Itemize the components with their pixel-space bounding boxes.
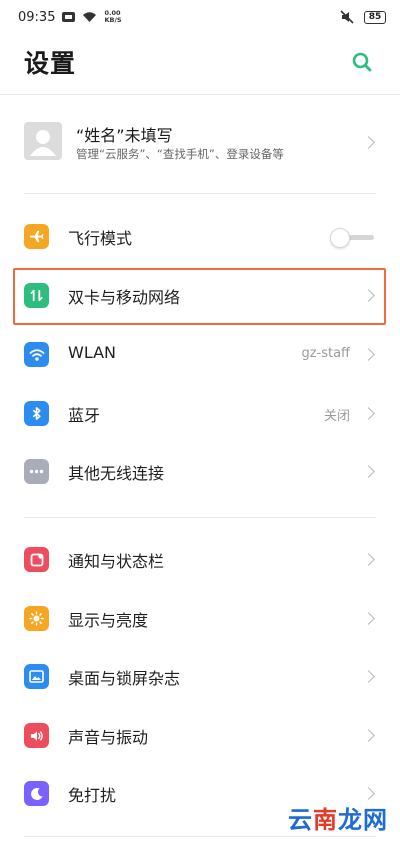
search-icon[interactable] xyxy=(350,50,374,74)
watermark: 云南龙网 xyxy=(288,800,388,835)
speed-unit: KB/S xyxy=(104,16,122,24)
row-label: 免打扰 xyxy=(68,786,117,805)
chevron-right-icon xyxy=(362,612,375,625)
page-title: 设置 xyxy=(24,49,77,78)
row-notifications[interactable]: 通知与状态栏 xyxy=(0,531,400,589)
row-wlan[interactable]: WLAN gz-staff xyxy=(0,326,400,384)
account-row[interactable]: “姓名”未填写 管理“云服务”、“查找手机”、登录设备等 xyxy=(0,118,400,168)
row-label: 蓝牙 xyxy=(68,406,101,425)
row-label: 通知与状态栏 xyxy=(68,552,165,571)
row-label: 显示与亮度 xyxy=(68,611,149,630)
account-name: “姓名”未填写 xyxy=(76,126,173,145)
header: 设置 xyxy=(0,44,400,84)
divider xyxy=(24,517,376,518)
wifi-status-icon xyxy=(83,12,97,22)
row-sound-vibration[interactable]: 声音与振动 xyxy=(0,707,400,765)
row-value: gz-staff xyxy=(301,346,350,361)
account-subtitle: 管理“云服务”、“查找手机”、登录设备等 xyxy=(76,147,284,161)
chevron-right-icon xyxy=(362,348,375,361)
row-other-wireless[interactable]: 其他无线连接 xyxy=(0,443,400,501)
watermark-text: 龙网 xyxy=(338,806,388,834)
row-label: 其他无线连接 xyxy=(68,464,165,483)
airplane-mode-toggle[interactable] xyxy=(330,228,374,248)
row-display-brightness[interactable]: 显示与亮度 xyxy=(0,590,400,648)
do-not-disturb-icon xyxy=(24,781,49,806)
chevron-right-icon xyxy=(362,136,375,149)
avatar xyxy=(24,122,62,160)
chevron-right-icon xyxy=(362,465,375,478)
row-value: 关闭 xyxy=(323,409,350,424)
chevron-right-icon xyxy=(362,553,375,566)
user-placeholder-icon xyxy=(30,130,56,156)
divider xyxy=(24,836,376,837)
chevron-right-icon xyxy=(362,670,375,683)
row-label: 桌面与锁屏杂志 xyxy=(68,669,181,688)
network-speed: 0.00 KB/S xyxy=(104,10,121,24)
message-icon xyxy=(62,12,76,22)
wifi-icon xyxy=(24,342,49,367)
sound-icon xyxy=(24,723,49,748)
toggle-knob xyxy=(330,228,350,248)
airplane-icon xyxy=(24,224,49,249)
watermark-text: 云 xyxy=(288,806,313,834)
chevron-right-icon xyxy=(362,729,375,742)
row-desktop-lockscreen[interactable]: 桌面与锁屏杂志 xyxy=(0,648,400,706)
row-airplane-mode[interactable]: 飞行模式 xyxy=(0,208,400,266)
divider xyxy=(0,94,400,95)
brightness-icon xyxy=(24,606,49,631)
mute-icon xyxy=(340,10,354,24)
chevron-right-icon xyxy=(362,787,375,800)
row-label: WLAN xyxy=(68,343,117,362)
watermark-text: 南 xyxy=(313,806,338,834)
row-label: 声音与振动 xyxy=(68,728,149,747)
wallpaper-icon xyxy=(24,664,49,689)
notification-icon xyxy=(24,547,49,572)
status-bar: 09:35 0.00 KB/S 85 xyxy=(0,0,400,34)
divider xyxy=(24,193,376,194)
battery-indicator: 85 xyxy=(364,10,386,24)
row-label: 飞行模式 xyxy=(68,229,133,248)
more-connections-icon xyxy=(24,459,49,484)
status-time: 09:35 xyxy=(18,9,56,25)
row-bluetooth[interactable]: 蓝牙 关闭 xyxy=(0,385,400,443)
bluetooth-icon xyxy=(24,401,49,426)
highlight-box xyxy=(13,268,386,325)
chevron-right-icon xyxy=(362,407,375,420)
